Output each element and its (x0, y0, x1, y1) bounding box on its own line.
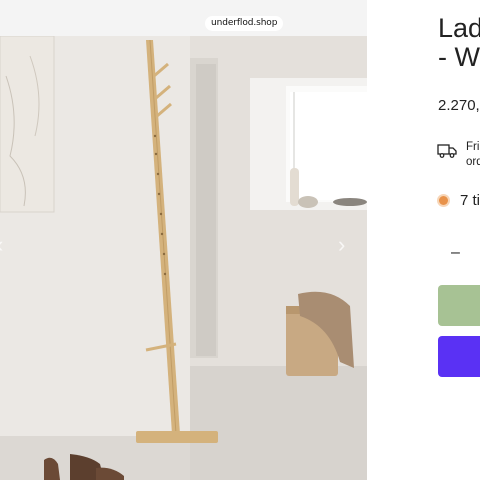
gallery-next-icon[interactable]: › (338, 234, 345, 256)
truck-icon (437, 144, 457, 158)
product-photo-illustration (0, 36, 367, 480)
shipping-info: Fri ord (466, 140, 480, 170)
add-to-cart-button[interactable] (438, 285, 480, 326)
product-title-line-2: - Wo (438, 42, 480, 72)
url-text[interactable]: underflod.shop (205, 16, 284, 31)
quantity-decrement-button[interactable]: – (451, 244, 460, 262)
shipping-info-line-1: Fri (466, 141, 480, 153)
product-info-panel: Ladd - Wo 2.270,( Fri ord 7 ti – (367, 0, 480, 480)
shipping-info-line-2: ord (466, 156, 480, 168)
status-dot-icon (439, 196, 448, 205)
product-image: ‹ › (0, 36, 367, 480)
browser-url-bar[interactable]: underflod.shop (0, 0, 367, 36)
gallery-prev-icon[interactable]: ‹ (0, 234, 3, 256)
product-title: Ladd - Wo (438, 14, 480, 72)
stock-status: 7 ti (460, 192, 480, 209)
product-price: 2.270,( (438, 97, 480, 114)
product-title-line-1: Ladd (438, 13, 480, 43)
shop-pay-button[interactable] (438, 336, 480, 377)
